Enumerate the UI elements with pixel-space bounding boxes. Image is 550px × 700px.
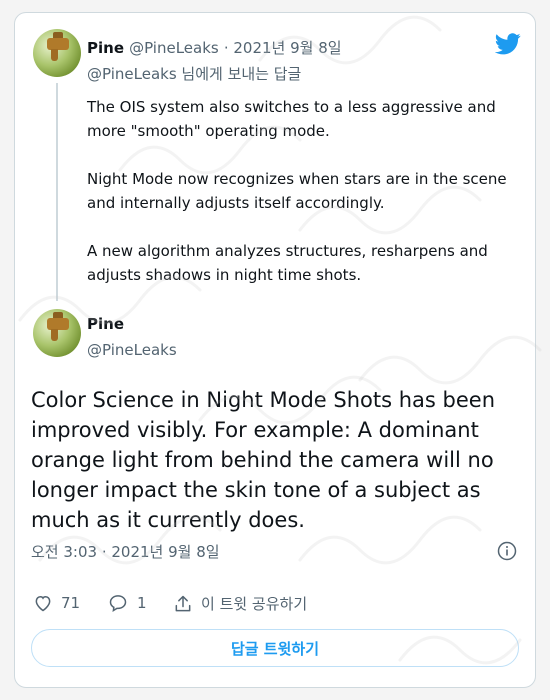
quoted-paragraph: The OIS system also switches to a less a… — [87, 98, 496, 140]
thread-line — [56, 83, 58, 301]
quoted-author-name[interactable]: Pine — [87, 39, 124, 57]
share-action[interactable]: 이 트윗 공유하기 — [173, 593, 307, 614]
quoted-paragraph: A new algorithm analyzes structures, res… — [87, 242, 488, 284]
reply-to-label: @PineLeaks 님에게 보내는 답글 — [87, 65, 302, 83]
share-label: 이 트윗 공유하기 — [201, 595, 308, 613]
tweet-timestamp[interactable]: 오전 3:03 · 2021년 9월 8일 — [31, 541, 220, 562]
share-icon — [175, 595, 191, 611]
author-name[interactable]: Pine — [87, 315, 124, 333]
reply-count: 1 — [137, 594, 147, 612]
tweet-embed-card: Pine @PineLeaks · 2021년 9월 8일 @PineLeaks… — [14, 12, 536, 688]
quoted-paragraph: Night Mode now recognizes when stars are… — [87, 170, 507, 212]
reply-tweet-button[interactable]: 답글 트윗하기 — [31, 629, 519, 667]
like-action[interactable]: 71 — [33, 593, 80, 613]
author-handle[interactable]: @PineLeaks — [87, 341, 177, 359]
tweet-text: Color Science in Night Mode Shots has be… — [31, 388, 495, 532]
heart-icon — [35, 595, 51, 612]
quoted-tweet-text: The OIS system also switches to a less a… — [87, 95, 517, 311]
reply-action[interactable]: 1 — [107, 593, 147, 613]
reply-bubble-icon — [109, 595, 127, 612]
avatar[interactable] — [33, 29, 81, 77]
quoted-author-handle[interactable]: @PineLeaks — [129, 39, 219, 57]
quoted-date[interactable]: · 2021년 9월 8일 — [224, 39, 342, 57]
quoted-header: Pine @PineLeaks · 2021년 9월 8일 — [87, 37, 342, 58]
like-count: 71 — [61, 594, 81, 612]
avatar[interactable] — [33, 309, 81, 357]
reply-button-label: 답글 트윗하기 — [230, 639, 320, 658]
twitter-bird-icon[interactable] — [495, 33, 521, 55]
info-icon[interactable] — [497, 541, 517, 561]
